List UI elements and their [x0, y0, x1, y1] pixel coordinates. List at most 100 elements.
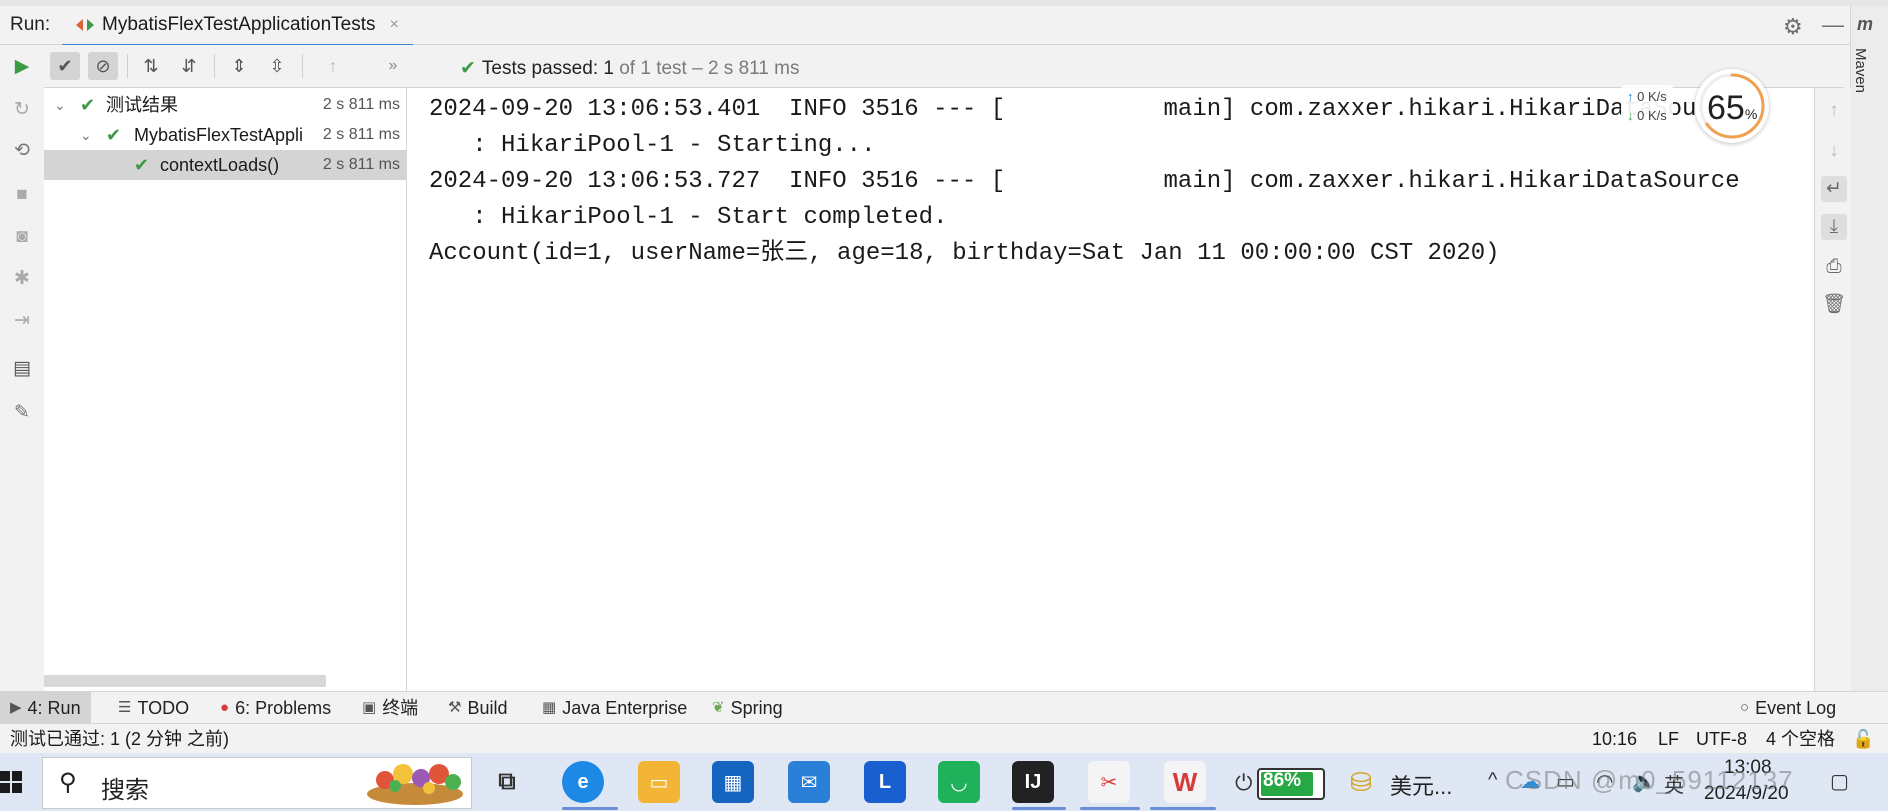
- indent-setting[interactable]: 4 个空格: [1766, 724, 1835, 754]
- battery-indicator[interactable]: ⏻ 86%: [1235, 766, 1327, 800]
- chevron-down-icon[interactable]: ⌄: [80, 120, 92, 150]
- search-highlight-image: [367, 764, 463, 805]
- tree-row-root[interactable]: ⌄ ✔ 测试结果 2 s 811 ms: [44, 90, 406, 120]
- caret-position[interactable]: 10:16: [1592, 724, 1637, 754]
- tool-window-spring[interactable]: ❦ Spring: [712, 692, 783, 724]
- tool-window-label: Event Log: [1755, 698, 1837, 718]
- sort-alpha-icon[interactable]: ⇅: [136, 52, 166, 80]
- scroll-down-icon[interactable]: ↓: [1821, 138, 1847, 164]
- chevron-down-icon[interactable]: ⌄: [54, 90, 66, 120]
- tool-window-run[interactable]: ▶ 4: Run: [0, 692, 91, 724]
- console-line: Account(id=1, userName=张三, age=18, birth…: [429, 240, 1500, 267]
- file-explorer-icon[interactable]: ▭: [638, 761, 680, 803]
- chevron-up-icon[interactable]: ^: [1488, 769, 1497, 792]
- intellij-idea-icon[interactable]: IJ: [1012, 761, 1054, 803]
- wps-office-icon[interactable]: W: [1164, 761, 1206, 803]
- tree-row-time: 2 s 811 ms: [322, 126, 400, 143]
- notification-icon[interactable]: ▢: [1830, 769, 1849, 794]
- currency-widget-label[interactable]: 美元...: [1390, 769, 1452, 801]
- tool-window-label: 终端: [382, 698, 419, 718]
- layout-icon[interactable]: ▤: [10, 357, 34, 381]
- lock-icon[interactable]: 🔓: [1852, 724, 1874, 754]
- tree-row-time: 2 s 811 ms: [322, 156, 400, 173]
- passed-check-icon: ✔: [134, 155, 150, 175]
- passed-check-icon: ✔: [106, 125, 122, 145]
- tool-window-problems[interactable]: ● 6: Problems: [220, 692, 331, 724]
- stop-icon[interactable]: ■: [10, 183, 34, 207]
- minimize-icon[interactable]: —: [1822, 12, 1844, 38]
- event-log-icon: ○: [1740, 699, 1750, 716]
- more-icon[interactable]: »: [378, 52, 408, 80]
- soft-wrap-icon[interactable]: ↵: [1821, 176, 1847, 202]
- taskbar-search-box[interactable]: ⚲ 搜索: [42, 757, 472, 809]
- collapse-all-icon[interactable]: ⇳: [262, 52, 292, 80]
- run-config-icon: [76, 19, 94, 31]
- terminal-icon: ▣: [362, 699, 377, 716]
- show-passed-icon[interactable]: ✔: [50, 52, 80, 80]
- tree-row-test-class[interactable]: ⌄ ✔ MybatisFlexTestAppli 2 s 811 ms: [44, 120, 406, 150]
- tree-row-test-method[interactable]: ✔ contextLoads() 2 s 811 ms: [44, 150, 406, 180]
- search-icon: ⚲: [59, 769, 77, 796]
- import-icon[interactable]: ⇥: [10, 309, 34, 333]
- file-encoding[interactable]: UTF-8: [1696, 724, 1747, 754]
- wechat-icon[interactable]: ◡: [938, 761, 980, 803]
- line-separator[interactable]: LF: [1658, 724, 1679, 754]
- tool-window-bar: ▶ 4: Run ☰ TODO ● 6: Problems ▣ 终端 ⚒ Bui…: [0, 691, 1888, 724]
- gear-icon[interactable]: ⚙: [1783, 14, 1803, 40]
- tree-row-label: 测试结果: [106, 95, 178, 115]
- show-ignored-icon[interactable]: ⊘: [88, 52, 118, 80]
- right-tool-strip: [1850, 6, 1888, 691]
- camera-icon[interactable]: ◙: [10, 225, 34, 249]
- print-icon[interactable]: ⎙: [1821, 254, 1847, 280]
- expand-all-icon[interactable]: ⇕: [224, 52, 254, 80]
- snipping-tool-icon[interactable]: ✂: [1088, 761, 1130, 803]
- pin-icon[interactable]: ✎: [10, 401, 34, 425]
- console-line: : HikariPool-1 - Starting...: [429, 132, 876, 159]
- rerun-icon[interactable]: ▶: [10, 55, 34, 79]
- scroll-up-icon[interactable]: ↑: [1821, 98, 1847, 124]
- tool-window-build[interactable]: ⚒ Build: [448, 692, 507, 724]
- sort-duration-icon[interactable]: ⇵: [174, 52, 204, 80]
- scroll-to-end-icon[interactable]: ⤓: [1821, 214, 1847, 240]
- search-placeholder: 搜索: [101, 777, 149, 804]
- java-enterprise-icon: ▦: [542, 699, 557, 716]
- maven-icon[interactable]: m: [1857, 14, 1873, 35]
- microsoft-store-icon[interactable]: ▦: [712, 761, 754, 803]
- download-arrow-icon: ↓: [1627, 108, 1634, 123]
- lenovo-app-icon[interactable]: L: [864, 761, 906, 803]
- battery-percent: 86%: [1263, 770, 1302, 791]
- play-icon: ▶: [10, 699, 22, 716]
- spring-icon: ❦: [712, 699, 725, 716]
- run-config-tab[interactable]: MybatisFlexTestApplicationTests ×: [62, 6, 413, 47]
- trash-icon[interactable]: 🗑: [1821, 292, 1847, 318]
- toggle-auto-test-icon[interactable]: ⟲: [10, 139, 34, 163]
- debug-icon[interactable]: ✱: [10, 267, 34, 291]
- close-icon[interactable]: ×: [390, 16, 399, 34]
- tool-window-event-log[interactable]: ○ Event Log: [1740, 692, 1836, 724]
- console-output[interactable]: 2024-09-20 13:06:53.401 INFO 3516 --- [ …: [407, 88, 1814, 691]
- edge-browser-icon[interactable]: e: [562, 761, 604, 803]
- tool-window-label: 4: Run: [27, 698, 81, 718]
- maven-tool-button[interactable]: Maven: [1852, 48, 1869, 93]
- windows-start-icon[interactable]: [0, 771, 22, 793]
- tool-window-todo[interactable]: ☰ TODO: [118, 692, 189, 724]
- tool-window-terminal[interactable]: ▣ 终端: [362, 692, 418, 724]
- tool-window-label: Spring: [730, 698, 783, 718]
- passed-check-icon: ✔: [460, 58, 476, 79]
- tool-window-java-enterprise[interactable]: ▦ Java Enterprise: [542, 692, 687, 724]
- power-plug-icon: ⏻: [1235, 770, 1253, 795]
- passed-check-icon: ✔: [80, 95, 96, 115]
- net-speed-widget: ↑ 0 K/s ↓ 0 K/s 65%: [1615, 69, 1775, 143]
- upload-rate: 0 K/s: [1637, 89, 1667, 104]
- tree-horizontal-scrollbar[interactable]: [44, 675, 326, 687]
- download-rate: 0 K/s: [1637, 108, 1667, 123]
- coins-icon[interactable]: ⛁: [1340, 761, 1382, 803]
- console-toolbar: ↑ ↓ ↵ ⤓ ⎙ 🗑: [1814, 88, 1851, 691]
- previous-failed-icon[interactable]: ↑: [318, 52, 348, 80]
- mail-icon[interactable]: ✉: [788, 761, 830, 803]
- tests-passed-label: Tests passed: 1: [481, 58, 614, 79]
- rerun-failed-icon[interactable]: ↻: [10, 98, 34, 122]
- tool-window-label: Build: [467, 698, 508, 718]
- tree-row-time: 2 s 811 ms: [322, 96, 400, 113]
- task-view-icon[interactable]: ⧉: [486, 761, 528, 803]
